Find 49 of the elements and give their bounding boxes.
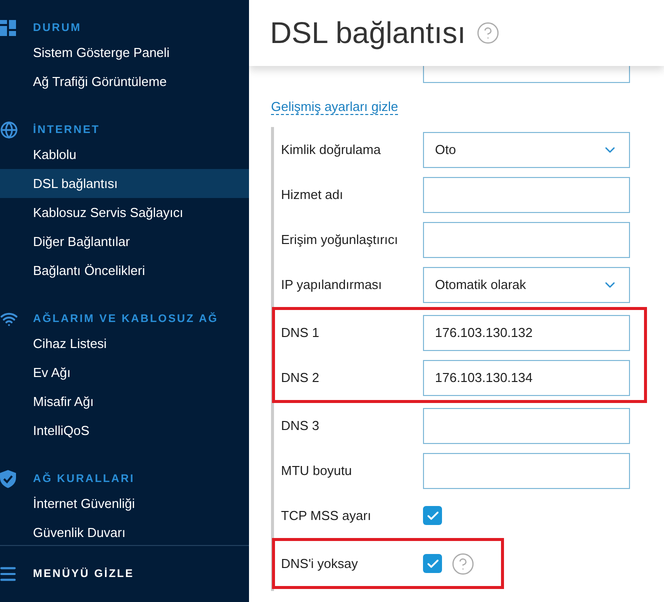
sidebar-item[interactable]: IntelliQoS: [0, 416, 249, 445]
checkbox[interactable]: [423, 506, 442, 525]
sidebar-item[interactable]: Ev Ağı: [0, 358, 249, 387]
sidebar-item[interactable]: İnternet Güvenliği: [0, 489, 249, 518]
input-field[interactable]: [423, 222, 630, 258]
field-label: DNS 3: [281, 416, 320, 435]
sidebar-item[interactable]: Misafir Ağı: [0, 387, 249, 416]
section-title: AĞLARIM VE KABLOSUZ AĞ: [33, 311, 218, 327]
sidebar-item[interactable]: Güvenlik Duvarı: [0, 518, 249, 545]
field-label: DNS 2: [281, 368, 320, 387]
password-field[interactable]: [423, 66, 630, 83]
page-title: DSL bağlantısı: [270, 16, 466, 52]
help-icon[interactable]: [451, 552, 475, 576]
hide-advanced-link[interactable]: Gelişmiş ayarları gizle: [271, 99, 398, 115]
field-label: Erişim yoğunlaştırıcı: [281, 230, 400, 249]
sidebar-item[interactable]: Ağ Trafiği Görüntüleme: [0, 67, 249, 96]
input-field[interactable]: [423, 176, 630, 212]
sidebar-item[interactable]: Sistem Gösterge Paneli: [0, 38, 249, 67]
input-field[interactable]: [423, 452, 630, 488]
sidebar-item[interactable]: Diğer Bağlantılar: [0, 227, 249, 256]
field-label: Kimlik doğrulama: [281, 140, 382, 159]
field-label: IP yapılandırması: [281, 276, 383, 294]
sidebar-item[interactable]: DSL bağlantısı: [0, 169, 249, 198]
field-label: DNS 1: [281, 324, 320, 342]
wifi-icon: [0, 310, 18, 328]
section-title: AĞ KURALLARI: [33, 471, 135, 487]
field-label: TCP MSS ayarı: [281, 506, 372, 525]
dashboard-icon: [0, 20, 16, 36]
help-icon[interactable]: [476, 21, 500, 45]
input-field[interactable]: [423, 408, 630, 444]
sidebar-item[interactable]: Kablosuz Servis Sağlayıcı: [0, 198, 249, 227]
input-field[interactable]: 176.103.130.134: [423, 360, 630, 396]
check-icon: [426, 556, 440, 570]
field-label: Hizmet adı: [281, 186, 344, 204]
sidebar-item[interactable]: Kablolu: [0, 140, 249, 169]
sidebar-item[interactable]: Cihaz Listesi: [0, 329, 249, 358]
hide-menu-button[interactable]: MENÜYÜ GİZLE: [0, 545, 249, 602]
select-field[interactable]: Otomatik olarak: [423, 266, 630, 302]
sidebar-item[interactable]: Bağlantı Öncelikleri: [0, 256, 249, 285]
select-field[interactable]: Oto: [423, 132, 630, 168]
menu-icon: [0, 564, 18, 584]
section-title: DURUM: [33, 20, 82, 36]
check-icon: [426, 508, 440, 522]
field-label: DNS'i yoksay: [281, 554, 359, 573]
input-field[interactable]: 176.103.130.132: [423, 314, 630, 350]
globe-icon: [0, 121, 18, 139]
checkbox[interactable]: [423, 554, 442, 573]
field-label: MTU boyutu: [281, 462, 353, 480]
section-title: İNTERNET: [33, 122, 100, 138]
